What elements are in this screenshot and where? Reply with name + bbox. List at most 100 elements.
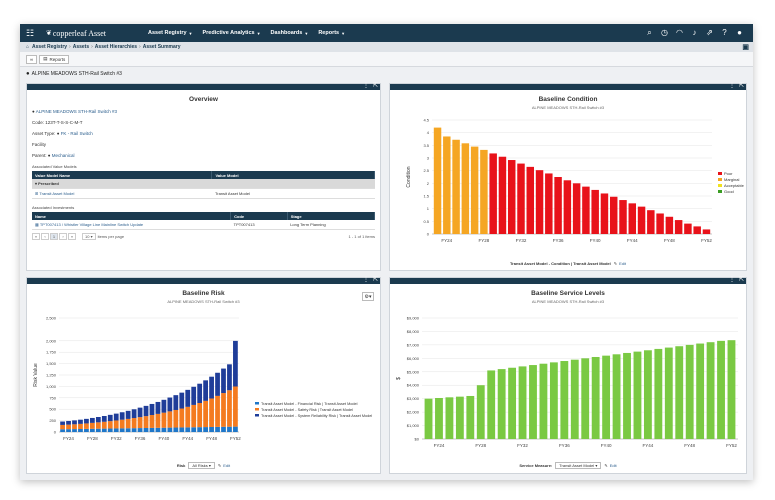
parent-label: Parent: — [32, 153, 47, 158]
service-measure-select[interactable]: Transit Asset Model ▾ — [555, 462, 602, 469]
condition-bar — [554, 177, 562, 234]
condition-bar — [702, 229, 711, 234]
condition-bar — [674, 220, 683, 234]
popout-icon[interactable]: ⇱ — [739, 82, 744, 89]
condition-bar — [665, 216, 674, 234]
table-row: ▦ TPT007413 / Whistler Village Line Main… — [32, 220, 375, 230]
home-icon[interactable]: ⌂ — [26, 44, 29, 50]
service-bar — [539, 363, 548, 439]
condition-bar — [480, 149, 488, 234]
nav-dashboards[interactable]: Dashboards ▼ — [271, 30, 309, 36]
popout-icon[interactable]: ⇱ — [373, 276, 378, 283]
overview-title: Overview — [189, 96, 218, 103]
next-page-button[interactable]: › — [59, 233, 67, 240]
service-bar — [497, 369, 506, 439]
condition-edit-link[interactable]: Edit — [619, 261, 626, 266]
group-row[interactable]: ▾ Prescribed — [32, 179, 375, 189]
chart-settings-button[interactable]: ⚙▾ — [362, 292, 374, 301]
kebab-menu-icon[interactable]: ⋮ — [363, 82, 369, 89]
condition-footer-text: Transit Asset Model - Condition | Transi… — [509, 261, 611, 266]
x-tick-label: FY36 — [553, 238, 564, 243]
kebab-menu-icon[interactable]: ⋮ — [729, 276, 735, 283]
nav-reports[interactable]: Reports ▼ — [318, 30, 345, 36]
nav-asset-registry[interactable]: Asset Registry ▼ — [148, 30, 193, 36]
service-edit-link[interactable]: Edit — [610, 463, 617, 468]
value-model-link[interactable]: ⊞ Transit Asset Model — [32, 188, 212, 199]
risk-bar-segment — [167, 411, 173, 428]
table-row: ⊞ Transit Asset Model Transit Asset Model — [32, 188, 375, 199]
x-tick-label: FY48 — [664, 238, 675, 243]
risk-bar-segment — [90, 417, 95, 423]
caret-down-icon: ▼ — [304, 30, 309, 36]
page-size-select[interactable]: 10 ▾ — [82, 233, 96, 240]
dashboard-settings-icon[interactable]: ▣ — [742, 43, 749, 51]
last-page-button[interactable]: » — [68, 233, 76, 240]
prev-page-button[interactable]: ‹ — [41, 233, 49, 240]
risk-bar-segment — [215, 426, 220, 432]
risk-bar-segment — [60, 424, 65, 430]
pencil-icon[interactable]: ✎ — [604, 463, 607, 468]
popout-icon[interactable]: ⇱ — [373, 82, 378, 89]
y-tick-label: 500 — [49, 407, 56, 412]
asset-type-link[interactable]: FK - Rail Switch — [61, 131, 93, 136]
nav-predictive-analytics[interactable]: Predictive Analytics ▼ — [203, 30, 261, 36]
parent-link[interactable]: Mechanical — [52, 153, 75, 158]
y-tick-label: $2,000 — [407, 410, 420, 415]
service-bar — [455, 396, 464, 439]
service-bar — [685, 344, 694, 439]
gauge-icon[interactable]: ◠ — [672, 28, 687, 38]
column-header[interactable]: Value Model — [211, 171, 375, 179]
risk-bar-segment — [161, 427, 167, 432]
user-icon[interactable]: ● — [732, 28, 747, 38]
column-header[interactable]: Value Model Name — [32, 171, 213, 179]
cell-text: TPT007413 / Whistler Village Line Mainli… — [39, 222, 144, 227]
risk-bar-segment — [149, 403, 155, 416]
x-tick-label: FY44 — [643, 443, 654, 448]
risk-bar-segment — [191, 404, 197, 428]
brand-logo[interactable]: ❦ copperleaf Asset — [46, 29, 130, 38]
external-link-icon[interactable]: ⇗ — [702, 28, 717, 38]
page-size-value: 10 — [85, 234, 90, 239]
risk-bar-segment — [209, 376, 214, 399]
condition-bar — [619, 200, 627, 234]
risk-edit-link[interactable]: Edit — [223, 463, 230, 468]
y-tick-label: 2.5 — [423, 168, 429, 173]
service-measure-label: Service Measure: — [519, 463, 553, 468]
risk-title: Baseline Risk — [182, 290, 225, 297]
app-launcher-icon[interactable]: ☷ — [26, 28, 40, 39]
column-header[interactable]: Code — [230, 212, 288, 220]
first-page-button[interactable]: « — [32, 233, 40, 240]
risk-select[interactable]: All Risks ▾ — [188, 462, 215, 469]
breadcrumb-asset-registry[interactable]: Asset Registry — [32, 44, 67, 50]
y-tick-label: 1,500 — [46, 361, 57, 366]
column-header[interactable]: Stage — [287, 212, 376, 220]
risk-bar-segment — [137, 428, 143, 432]
investments-title: Associated Investments — [32, 205, 75, 210]
link-button[interactable]: ∞ — [26, 54, 38, 64]
page-number-button[interactable]: 1 — [50, 233, 58, 240]
kebab-menu-icon[interactable]: ⋮ — [363, 276, 369, 283]
risk-bar-segment — [137, 417, 143, 429]
y-tick-label: $9,000 — [407, 316, 420, 321]
panel-header: ⋮ ⇱ — [27, 276, 380, 284]
column-header[interactable]: Name — [32, 212, 232, 220]
kebab-menu-icon[interactable]: ⋮ — [729, 82, 735, 89]
popout-icon[interactable]: ⇱ — [739, 276, 744, 283]
table-cell: TPT007413 — [230, 220, 288, 230]
investment-link[interactable]: ▦ TPT007413 / Whistler Village Line Main… — [32, 220, 231, 230]
help-icon[interactable]: ? — [717, 28, 732, 38]
service-bar — [549, 362, 558, 439]
pencil-icon[interactable]: ✎ — [614, 261, 617, 266]
breadcrumb-asset-hierarchies[interactable]: Asset Hierarchies — [95, 44, 137, 50]
reports-button[interactable]: ▤ Reports — [39, 54, 70, 64]
brand-name: copperleaf Asset — [52, 28, 106, 38]
legend-swatch — [255, 414, 259, 417]
pencil-icon[interactable]: ✎ — [218, 463, 221, 468]
history-icon[interactable]: ◷ — [657, 28, 672, 38]
asset-link[interactable]: ALPINE MEADOWS STH-Rail Switch #3 — [36, 109, 117, 114]
bell-icon[interactable]: ♪ — [687, 28, 702, 38]
risk-bar-segment — [233, 386, 238, 427]
search-icon[interactable]: ⌕ — [642, 28, 657, 38]
breadcrumb-separator: › — [91, 44, 93, 50]
breadcrumb-assets[interactable]: Assets — [73, 44, 89, 50]
